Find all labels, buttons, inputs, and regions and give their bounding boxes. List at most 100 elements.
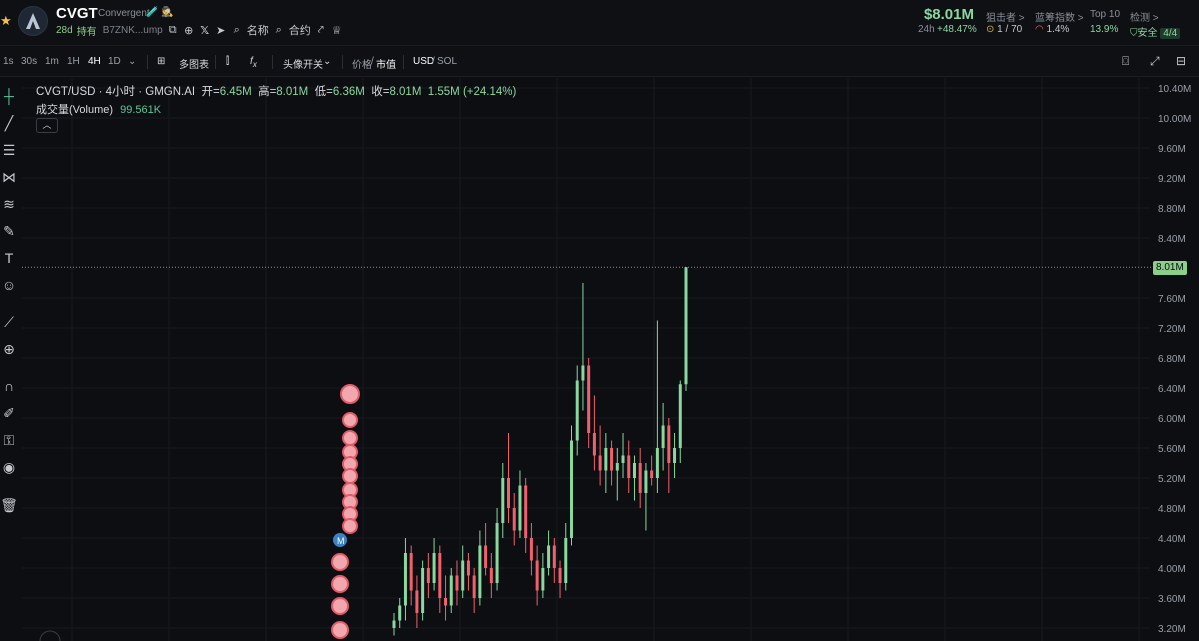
interval-1s[interactable]: 1s: [3, 56, 14, 67]
pattern-icon[interactable]: ⋈: [0, 168, 18, 186]
divider: [403, 55, 404, 69]
token-address: B7ZNK...ump: [102, 24, 163, 36]
candle-body: [472, 575, 476, 598]
candle-body: [403, 553, 407, 606]
magnet-icon[interactable]: ∩: [0, 377, 18, 395]
open-label: 开: [201, 86, 213, 98]
candle-body: [432, 553, 436, 583]
y-tick-label: 6.00M: [1158, 414, 1186, 425]
gauge-icon: ◠: [1035, 24, 1044, 35]
lock-icon[interactable]: ⚿: [0, 431, 18, 449]
contract-search-link[interactable]: 合约: [289, 22, 311, 38]
trade-avatar-marker: [331, 575, 349, 593]
slash-divider: /: [432, 56, 435, 67]
crown-icon[interactable]: ♕: [331, 24, 343, 37]
zoom-in-icon[interactable]: ⊕: [0, 340, 18, 358]
candle-body: [529, 538, 533, 561]
website-icon[interactable]: ⊕: [183, 24, 195, 37]
fib-channel-icon[interactable]: ≋: [0, 195, 18, 213]
candle-type-icon[interactable]: ⫿: [226, 56, 229, 67]
eye-icon[interactable]: ◉: [0, 458, 18, 476]
brush-icon[interactable]: ✎: [0, 222, 18, 240]
y-tick-label: 5.20M: [1158, 474, 1186, 485]
lock-drawing-icon[interactable]: ✐: [0, 404, 18, 422]
interval-30s[interactable]: 30s: [21, 56, 37, 67]
chart-area[interactable]: 10.40M 10.00M 9.60M 9.20M 8.80M 8.40M 7.60M 7.2…: [22, 78, 1199, 641]
grid-layout-icon[interactable]: ⊟: [1176, 54, 1186, 68]
bluechip-label[interactable]: 蓝筹指数 >: [1035, 9, 1084, 24]
add-chart-icon[interactable]: ⊞: [157, 56, 165, 67]
trade-avatar-marker: [342, 430, 358, 446]
bluechip-value: ◠ 1.4%: [1035, 24, 1070, 35]
fullscreen-icon[interactable]: ⤢: [1150, 54, 1160, 69]
high-value: 8.01M: [276, 86, 309, 98]
emoji-icon[interactable]: ☺: [0, 276, 18, 294]
name-search-link[interactable]: 名称: [247, 22, 269, 38]
usd-toggle[interactable]: USD: [413, 56, 434, 67]
y-tick-label: 8.40M: [1158, 234, 1186, 245]
mcap-toggle[interactable]: 市值: [376, 56, 396, 71]
candle-body: [449, 575, 453, 606]
volume-label: 成交量(Volume): [36, 104, 114, 116]
search-icon[interactable]: ⌕: [273, 24, 285, 37]
badge-icons: 🧪 🕵: [146, 7, 174, 18]
candle-change: 1.55M (+24.14%): [427, 86, 517, 98]
search-icon[interactable]: ⌕: [231, 24, 243, 37]
chevron-down-icon[interactable]: ⌄: [128, 56, 136, 67]
last-price-tag: 8.01M: [1153, 261, 1187, 275]
candle-body: [581, 365, 585, 381]
telegram-icon[interactable]: ➤: [215, 24, 227, 37]
interval-1d[interactable]: 1D: [108, 56, 121, 67]
candle-body: [638, 463, 642, 493]
multi-chart-button[interactable]: 多图表: [179, 56, 209, 71]
interval-1h[interactable]: 1H: [67, 56, 80, 67]
ruler-icon[interactable]: ⟋: [0, 313, 18, 331]
y-tick-label: 6.40M: [1158, 384, 1186, 395]
candlestick-chart[interactable]: 10.40M 10.00M 9.60M 9.20M 8.80M 8.40M 7.60M 7.2…: [22, 78, 1199, 641]
divider: [215, 55, 216, 69]
favorite-star-icon[interactable]: ★: [0, 13, 12, 29]
x-twitter-icon[interactable]: 𝕏: [199, 24, 211, 37]
token-header: ★ CVGT Convergent 🧪 🕵 28d 持有 B7ZNK...ump…: [0, 0, 1199, 46]
ohlc-legend: CVGT/USD · 4小时 · GMGN.AI 开=6.45M 高=8.01M…: [36, 86, 517, 98]
y-tick-label: 5.60M: [1158, 444, 1186, 455]
share-icon[interactable]: ⤤: [315, 24, 327, 37]
crosshair-icon[interactable]: ┼: [0, 87, 18, 105]
candle-body: [627, 455, 631, 478]
y-tick-label: 3.20M: [1158, 624, 1186, 635]
sol-toggle[interactable]: SOL: [437, 56, 457, 67]
trend-line-icon[interactable]: ╱: [0, 114, 18, 132]
divider: [272, 55, 273, 69]
candle-body: [541, 568, 545, 591]
horizontal-lines-icon[interactable]: ☰: [0, 141, 18, 159]
collapse-legend-button[interactable]: ︿: [36, 118, 58, 133]
indicator-fx-icon[interactable]: fx: [250, 56, 257, 69]
candle-body: [507, 478, 511, 508]
candle-body: [610, 448, 614, 471]
copy-icon[interactable]: ⧉: [167, 24, 179, 37]
interval-4h[interactable]: 4H: [88, 56, 101, 67]
low-value: 6.36M: [332, 86, 365, 98]
snipers-label[interactable]: 狙击者 >: [986, 9, 1025, 24]
high-label: 高: [258, 86, 270, 98]
security-check-label[interactable]: 检测 >: [1130, 9, 1159, 24]
chevron-down-icon[interactable]: ⌄: [323, 56, 331, 67]
candle-body: [650, 470, 654, 478]
shield-icon: ⛉: [1130, 28, 1138, 39]
trade-avatar-marker: [331, 597, 349, 615]
camera-icon[interactable]: ⌼: [1122, 54, 1129, 69]
trade-avatar-marker: [342, 468, 358, 484]
market-cap-price: $8.01M: [923, 6, 974, 23]
text-tool-icon[interactable]: T: [0, 249, 18, 267]
divider: [147, 55, 148, 69]
token-name: Convergent: [98, 8, 150, 19]
avatar-toggle-button[interactable]: 头像开关: [283, 56, 323, 71]
security-score-badge: 4/4: [1160, 28, 1181, 39]
interval-1m[interactable]: 1m: [45, 56, 59, 67]
candle-body: [409, 553, 413, 591]
price-toggle[interactable]: 价格: [352, 56, 372, 71]
token-logo: [18, 6, 48, 36]
trash-icon[interactable]: 🗑: [0, 496, 18, 514]
candle-body: [552, 545, 556, 568]
y-tick-label: 7.20M: [1158, 324, 1186, 335]
